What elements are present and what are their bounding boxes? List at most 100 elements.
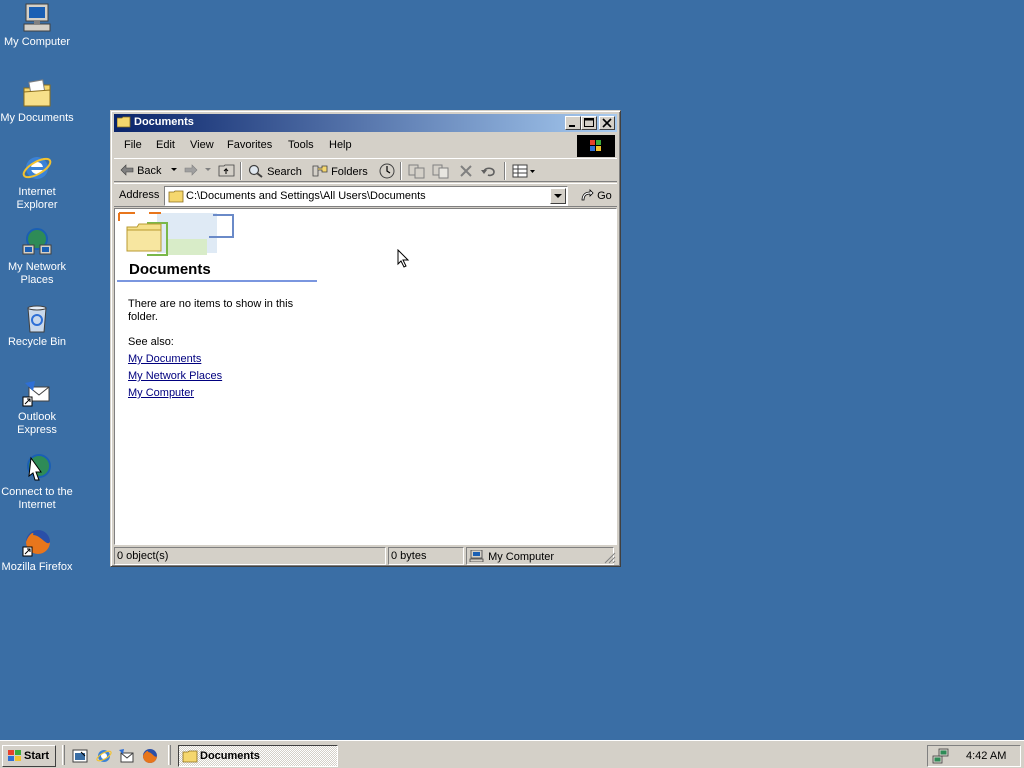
link-my-documents[interactable]: My Documents xyxy=(128,353,201,365)
menu-view[interactable]: View xyxy=(190,139,214,151)
menu-edit[interactable]: Edit xyxy=(156,139,175,151)
toolbar-grip[interactable] xyxy=(62,745,65,765)
address-label: Address xyxy=(119,189,160,201)
system-tray: 4:42 AM xyxy=(927,745,1021,767)
forward-dropdown[interactable] xyxy=(204,162,212,179)
up-folder-button[interactable] xyxy=(218,163,236,180)
resize-grip-icon[interactable] xyxy=(604,552,616,564)
toolbar-grip[interactable] xyxy=(168,745,171,765)
address-input[interactable]: C:\Documents and Settings\All Users\Docu… xyxy=(164,186,568,206)
desktop-icon-label: Connect to the Internet xyxy=(1,486,73,511)
launch-firefox-button[interactable] xyxy=(142,748,158,764)
undo-button[interactable] xyxy=(480,163,498,182)
start-label: Start xyxy=(24,750,50,762)
status-size: 0 bytes xyxy=(388,547,464,565)
move-to-icon xyxy=(408,164,425,179)
folders-icon xyxy=(312,165,328,177)
link-my-computer[interactable]: My Computer xyxy=(128,387,194,399)
window-title: Documents xyxy=(134,116,194,128)
show-desktop-button[interactable] xyxy=(72,748,88,764)
menu-file[interactable]: File xyxy=(124,139,142,151)
delete-icon xyxy=(460,165,472,177)
desktop-icon-connect-internet[interactable]: Connect to the Internet xyxy=(0,452,74,512)
maximize-icon xyxy=(584,118,594,127)
connect-internet-icon xyxy=(21,452,53,484)
windows-logo-icon xyxy=(8,750,21,761)
taskbar: Start Documents 4:42 AM xyxy=(0,740,1024,768)
folder-content-pane[interactable]: Documents There are no items to show in … xyxy=(114,208,617,545)
chevron-down-icon xyxy=(205,168,211,171)
back-label: Back xyxy=(137,165,162,177)
address-value: C:\Documents and Settings\All Users\Docu… xyxy=(186,190,426,202)
back-dropdown[interactable] xyxy=(170,162,178,179)
status-bar: 0 object(s) 0 bytes My Computer xyxy=(114,547,617,565)
link-my-network-places[interactable]: My Network Places xyxy=(128,370,222,382)
go-button[interactable]: Go xyxy=(580,189,612,202)
undo-icon xyxy=(481,167,495,177)
delete-button[interactable] xyxy=(458,163,474,182)
my-documents-icon xyxy=(21,78,53,110)
heading-divider xyxy=(117,280,317,282)
views-button[interactable] xyxy=(512,163,536,182)
clock[interactable]: 4:42 AM xyxy=(966,750,1006,762)
menu-help[interactable]: Help xyxy=(329,139,352,151)
outlook-express-icon xyxy=(21,377,53,409)
outlook-express-icon xyxy=(119,749,134,763)
status-zone-label: My Computer xyxy=(488,551,555,563)
minimize-button[interactable] xyxy=(565,116,581,130)
desktop-icon-mozilla-firefox[interactable]: Mozilla Firefox xyxy=(0,527,74,574)
desktop-icon-my-documents[interactable]: My Documents xyxy=(0,78,74,125)
toolbar-separator xyxy=(240,162,242,180)
explorer-window: Documents File Edit View Favorites Tools… xyxy=(110,110,621,567)
toolbar-separator xyxy=(400,162,402,180)
chevron-down-icon xyxy=(554,194,562,198)
launch-ie-button[interactable] xyxy=(96,748,112,764)
desktop-icon-internet-explorer[interactable]: Internet Explorer xyxy=(0,152,74,212)
network-connection-icon[interactable] xyxy=(932,748,950,764)
back-button[interactable]: Back xyxy=(120,164,162,177)
firefox-icon xyxy=(143,749,157,763)
menu-tools[interactable]: Tools xyxy=(288,139,314,151)
go-arrow-icon xyxy=(581,189,594,201)
search-icon xyxy=(248,164,263,178)
status-objects: 0 object(s) xyxy=(114,547,386,565)
folder-icon xyxy=(168,190,184,203)
taskbar-button-documents[interactable]: Documents xyxy=(178,745,338,767)
menu-bar: File Edit View Favorites Tools Help xyxy=(114,135,617,157)
launch-outlook-button[interactable] xyxy=(118,748,134,764)
copy-to-button[interactable] xyxy=(432,163,450,182)
windows-logo-icon xyxy=(577,135,615,157)
up-folder-icon xyxy=(218,164,235,177)
forward-button[interactable] xyxy=(184,164,198,177)
start-button[interactable]: Start xyxy=(2,745,56,767)
folder-banner-icon xyxy=(117,211,237,259)
desktop-icon-my-computer[interactable]: My Computer xyxy=(0,2,74,49)
menu-favorites[interactable]: Favorites xyxy=(227,139,272,151)
taskbar-button-label: Documents xyxy=(200,750,260,762)
copy-to-icon xyxy=(432,164,449,179)
address-dropdown-button[interactable] xyxy=(550,188,566,204)
my-computer-icon xyxy=(469,549,484,563)
show-desktop-icon xyxy=(72,749,88,763)
desktop-icon-recycle-bin[interactable]: Recycle Bin xyxy=(0,302,74,349)
my-computer-icon xyxy=(21,2,53,34)
search-button[interactable]: Search xyxy=(248,164,302,178)
desktop-icon-my-network-places[interactable]: My Network Places xyxy=(0,227,74,287)
close-button[interactable] xyxy=(599,116,615,130)
firefox-icon xyxy=(21,527,53,559)
search-label: Search xyxy=(267,166,302,178)
history-icon xyxy=(379,163,395,179)
folders-button[interactable]: Folders xyxy=(312,164,368,178)
maximize-button[interactable] xyxy=(581,116,597,130)
desktop-icon-label: My Network Places xyxy=(7,261,67,286)
recycle-bin-icon xyxy=(21,302,53,334)
folder-heading: Documents xyxy=(129,261,211,278)
close-icon xyxy=(602,118,612,128)
address-bar: Address C:\Documents and Settings\All Us… xyxy=(114,183,617,207)
standard-toolbar: Back Search Folders xyxy=(114,158,617,182)
title-bar[interactable]: Documents xyxy=(114,114,617,132)
desktop-icon-outlook-express[interactable]: Outlook Express xyxy=(0,377,74,437)
history-button[interactable] xyxy=(378,163,396,182)
move-to-button[interactable] xyxy=(408,163,426,182)
folder-icon xyxy=(116,116,131,128)
